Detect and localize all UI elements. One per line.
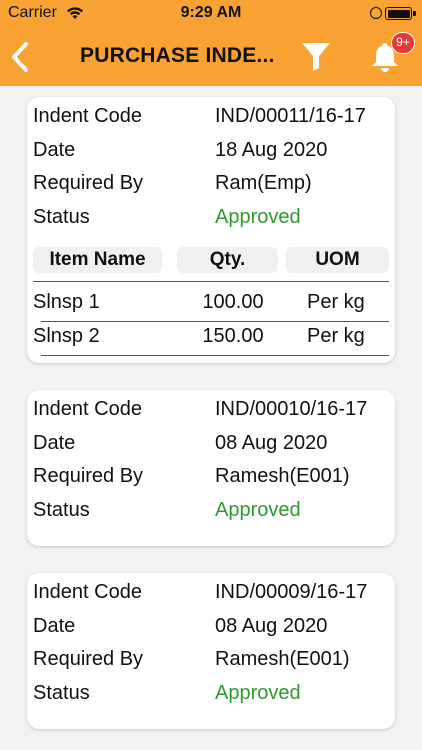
status-label: Status <box>33 499 90 521</box>
qty-cell: 100.00 <box>202 291 264 313</box>
item-name-cell: Slnsp 1 <box>33 291 100 313</box>
indent-code-value: IND/00009/16-17 <box>215 581 368 603</box>
indent-code-value: IND/00011/16-17 <box>215 105 366 127</box>
status-value: Approved <box>215 206 301 228</box>
indent-code-label: Indent Code <box>33 398 142 420</box>
column-header-item-name: Item Name <box>33 247 162 273</box>
required-by-row: Required By Ramesh(E001) <box>33 465 393 495</box>
table-row: Slnsp 1 100.00 Per kg <box>33 285 389 317</box>
battery-tip <box>413 11 416 16</box>
status-row: Status Approved <box>33 682 393 712</box>
battery-icon <box>385 7 412 20</box>
status-value: Approved <box>215 499 301 521</box>
indent-code-value: IND/00010/16-17 <box>215 398 368 420</box>
uom-cell: Per kg <box>307 291 365 313</box>
indent-card[interactable]: Indent Code IND/00009/16-17 Date 08 Aug … <box>27 573 395 729</box>
indent-code-row: Indent Code IND/00010/16-17 <box>33 398 393 428</box>
status-label: Status <box>33 682 90 704</box>
table-divider <box>33 281 389 282</box>
indent-code-label: Indent Code <box>33 105 142 127</box>
notification-badge: 9+ <box>391 32 415 54</box>
nav-bar: PURCHASE INDE... 9+ <box>0 28 422 86</box>
qty-cell: 150.00 <box>202 325 264 347</box>
required-by-label: Required By <box>33 465 144 487</box>
required-by-label: Required By <box>33 172 144 194</box>
indent-card[interactable]: Indent Code IND/00010/16-17 Date 08 Aug … <box>27 390 395 546</box>
required-by-value: Ram(Emp) <box>215 172 312 194</box>
required-by-label: Required By <box>33 648 144 670</box>
status-row: Status Approved <box>33 206 393 236</box>
orientation-lock-icon <box>370 7 382 19</box>
column-header-qty: Qty. <box>177 247 278 273</box>
indent-code-label: Indent Code <box>33 581 142 603</box>
column-header-uom: UOM <box>286 247 389 273</box>
required-by-value: Ramesh(E001) <box>215 648 350 670</box>
filter-icon[interactable] <box>300 40 332 72</box>
clock: 9:29 AM <box>180 4 242 21</box>
status-row: Status Approved <box>33 499 393 529</box>
date-row: Date 18 Aug 2020 <box>33 139 393 169</box>
table-row: Slnsp 2 150.00 Per kg <box>33 319 389 351</box>
status-value: Approved <box>215 682 301 704</box>
date-value: 08 Aug 2020 <box>215 615 328 637</box>
row-divider <box>41 355 389 356</box>
back-chevron-icon[interactable] <box>6 38 36 76</box>
required-by-row: Required By Ram(Emp) <box>33 172 393 202</box>
date-label: Date <box>33 432 76 454</box>
indent-card[interactable]: Indent Code IND/00011/16-17 Date 18 Aug … <box>27 97 395 363</box>
date-label: Date <box>33 139 76 161</box>
required-by-value: Ramesh(E001) <box>215 465 350 487</box>
date-value: 08 Aug 2020 <box>215 432 328 454</box>
page-title: PURCHASE INDE... <box>80 44 275 67</box>
status-bar: Carrier 9:29 AM <box>0 0 422 28</box>
uom-cell: Per kg <box>307 325 365 347</box>
required-by-row: Required By Ramesh(E001) <box>33 648 393 678</box>
status-label: Status <box>33 206 90 228</box>
date-row: Date 08 Aug 2020 <box>33 432 393 462</box>
indent-code-row: Indent Code IND/00011/16-17 <box>33 105 393 135</box>
indent-code-row: Indent Code IND/00009/16-17 <box>33 581 393 611</box>
date-label: Date <box>33 615 76 637</box>
item-name-cell: Slnsp 2 <box>33 325 100 347</box>
date-row: Date 08 Aug 2020 <box>33 615 393 645</box>
date-value: 18 Aug 2020 <box>215 139 328 161</box>
